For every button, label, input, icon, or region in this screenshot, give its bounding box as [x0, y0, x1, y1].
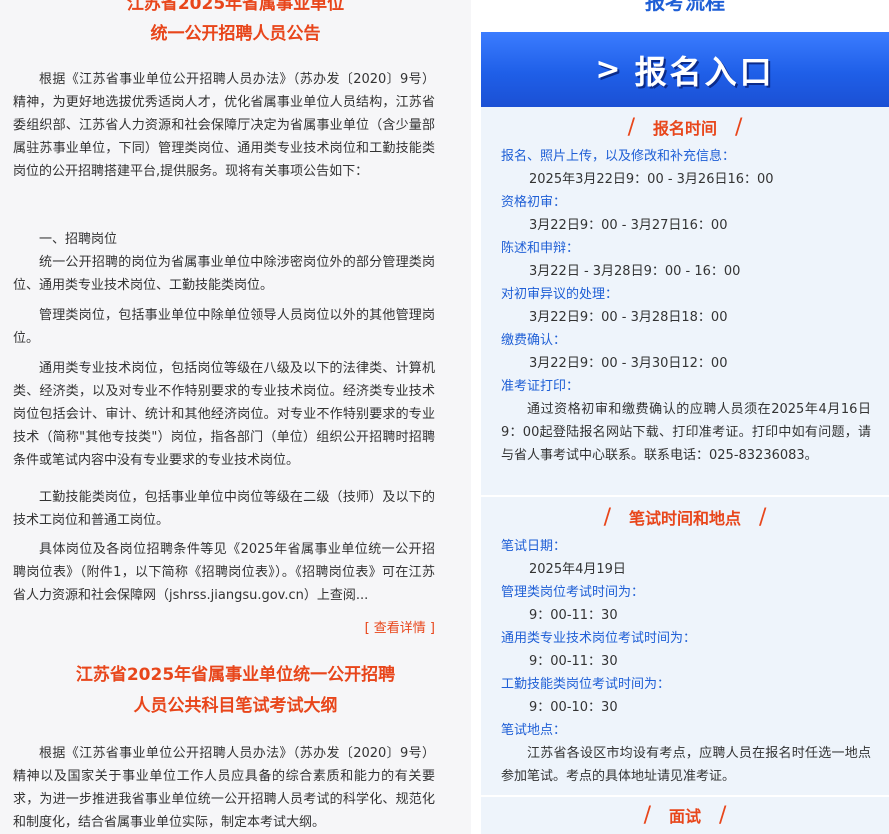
- exam-location-note: 江苏省各设区市均设有考点，应聘人员在报名时任选一地点参加笔试。考点的具体地址请见…: [501, 746, 871, 784]
- schedule-label: 报名、照片上传，以及修改和补充信息：: [501, 149, 736, 164]
- announcement-paragraph: 具体岗位及各岗位招聘条件等见《2025年省属事业单位统一公开招聘岗位表》（附件1…: [13, 542, 435, 603]
- admission-ticket-note: 通过资格初审和缴费确认的应聘人员须在2025年4月16日9：00起登陆报名网站下…: [501, 402, 871, 463]
- announcement-title[interactable]: 江苏省2025年省属事业单位 统一公开招聘人员公告: [0, 0, 471, 48]
- schedule-value: 2025年4月19日: [529, 562, 626, 577]
- schedule-value: 3月22日9：00 - 3月27日16：00: [529, 218, 728, 233]
- announcement-paragraph: 一、招聘岗位: [39, 232, 118, 247]
- registration-entry-label: 报名入口: [634, 52, 775, 91]
- schedule-label: 工勤技能类岗位考试时间为：: [501, 677, 671, 692]
- announcement-paragraph: 统一公开招聘的岗位为省属事业单位中除涉密岗位外的部分管理类岗位、通用类专业技术岗…: [13, 255, 435, 293]
- section-heading-text: 报名时间: [652, 119, 717, 138]
- announcement-title-line2[interactable]: 统一公开招聘人员公告: [0, 20, 471, 48]
- syllabus-title[interactable]: 江苏省2025年省属事业单位统一公开招聘 人员公共科目笔试考试大纲: [0, 661, 471, 720]
- slash-decoration-icon: /: [643, 803, 651, 828]
- section-heading: / 报名时间 /: [481, 117, 889, 140]
- announcement-paragraph: 工勤技能类岗位，包括事业单位中岗位等级在二级（技师）及以下的技术工岗位和普通工岗…: [13, 490, 435, 528]
- slash-decoration-icon: /: [603, 505, 611, 530]
- syllabus-title-line2[interactable]: 人员公共科目笔试考试大纲: [0, 692, 471, 720]
- schedule-value: 3月22日 - 3月28日9：00 - 16：00: [529, 264, 741, 279]
- schedule-value: 9：00-11：30: [529, 608, 618, 623]
- announcement-title-line1[interactable]: 江苏省2025年省属事业单位: [0, 0, 471, 18]
- registration-entry-button[interactable]: > 报名入口: [481, 32, 889, 107]
- syllabus-paragraph: 根据《江苏省事业单位公开招聘人员办法》（苏办发〔2020〕9号）精神以及国家关于…: [13, 746, 435, 830]
- slash-decoration-icon: /: [759, 505, 767, 530]
- schedule-value: 2025年3月22日9：00 - 3月26日16：00: [529, 172, 774, 187]
- schedule-label: 管理类岗位考试时间为：: [501, 585, 645, 600]
- schedule-label: 陈述和申辩：: [501, 241, 580, 256]
- section-heading: / 面试 /: [481, 805, 889, 828]
- view-details-link[interactable]: [ 查看详情 ]: [365, 617, 435, 640]
- schedule-label: 准考证打印：: [501, 379, 580, 394]
- announcement-paragraph: 根据《江苏省事业单位公开招聘人员办法》（苏办发〔2020〕9号）精神，为更好地选…: [13, 72, 435, 179]
- schedule-value: 9：00-11：30: [529, 654, 618, 669]
- written-exam-section: / 笔试时间和地点 / 笔试日期： 2025年4月19日 管理类岗位考试时间为： 9…: [481, 497, 889, 795]
- interview-section: / 面试 /: [481, 797, 889, 834]
- registration-time-section: / 报名时间 / 报名、照片上传，以及修改和补充信息： 2025年3月22日9：00…: [481, 107, 889, 495]
- schedule-label: 通用类专业技术岗位考试时间为：: [501, 631, 697, 646]
- process-column: 报考流程 > 报名入口 / 报名时间 / 报名、照片上传，以及修改和补充信息： 20…: [481, 0, 889, 834]
- syllabus-title-line1[interactable]: 江苏省2025年省属事业单位统一公开招聘: [0, 661, 471, 689]
- slash-decoration-icon: /: [735, 115, 743, 140]
- slash-decoration-icon: /: [627, 115, 635, 140]
- schedule-label: 对初审异议的处理：: [501, 287, 619, 302]
- process-title: 报考流程: [645, 0, 725, 14]
- section-heading-text: 笔试时间和地点: [628, 509, 741, 528]
- chevron-right-icon: >: [595, 52, 621, 87]
- schedule-label: 笔试地点：: [501, 723, 567, 738]
- announcement-paragraph: 通用类专业技术岗位，包括岗位等级在八级及以下的法律类、计算机类、经济类，以及对专…: [13, 361, 435, 468]
- announcement-column: 江苏省2025年省属事业单位 统一公开招聘人员公告 根据《江苏省事业单位公开招聘…: [0, 0, 471, 834]
- slash-decoration-icon: /: [719, 803, 727, 828]
- schedule-value: 9：00-10：30: [529, 700, 618, 715]
- schedule-label: 资格初审：: [501, 195, 567, 210]
- announcement-paragraph: 管理类岗位，包括事业单位中除单位领导人员岗位以外的其他管理岗位。: [13, 308, 435, 346]
- schedule-value: 3月22日9：00 - 3月28日18：00: [529, 310, 728, 325]
- section-heading-text: 面试: [668, 807, 701, 826]
- schedule-label: 缴费确认：: [501, 333, 567, 348]
- schedule-label: 笔试日期：: [501, 539, 567, 554]
- schedule-value: 3月22日9：00 - 3月30日12：00: [529, 356, 728, 371]
- section-heading: / 笔试时间和地点 /: [481, 507, 889, 530]
